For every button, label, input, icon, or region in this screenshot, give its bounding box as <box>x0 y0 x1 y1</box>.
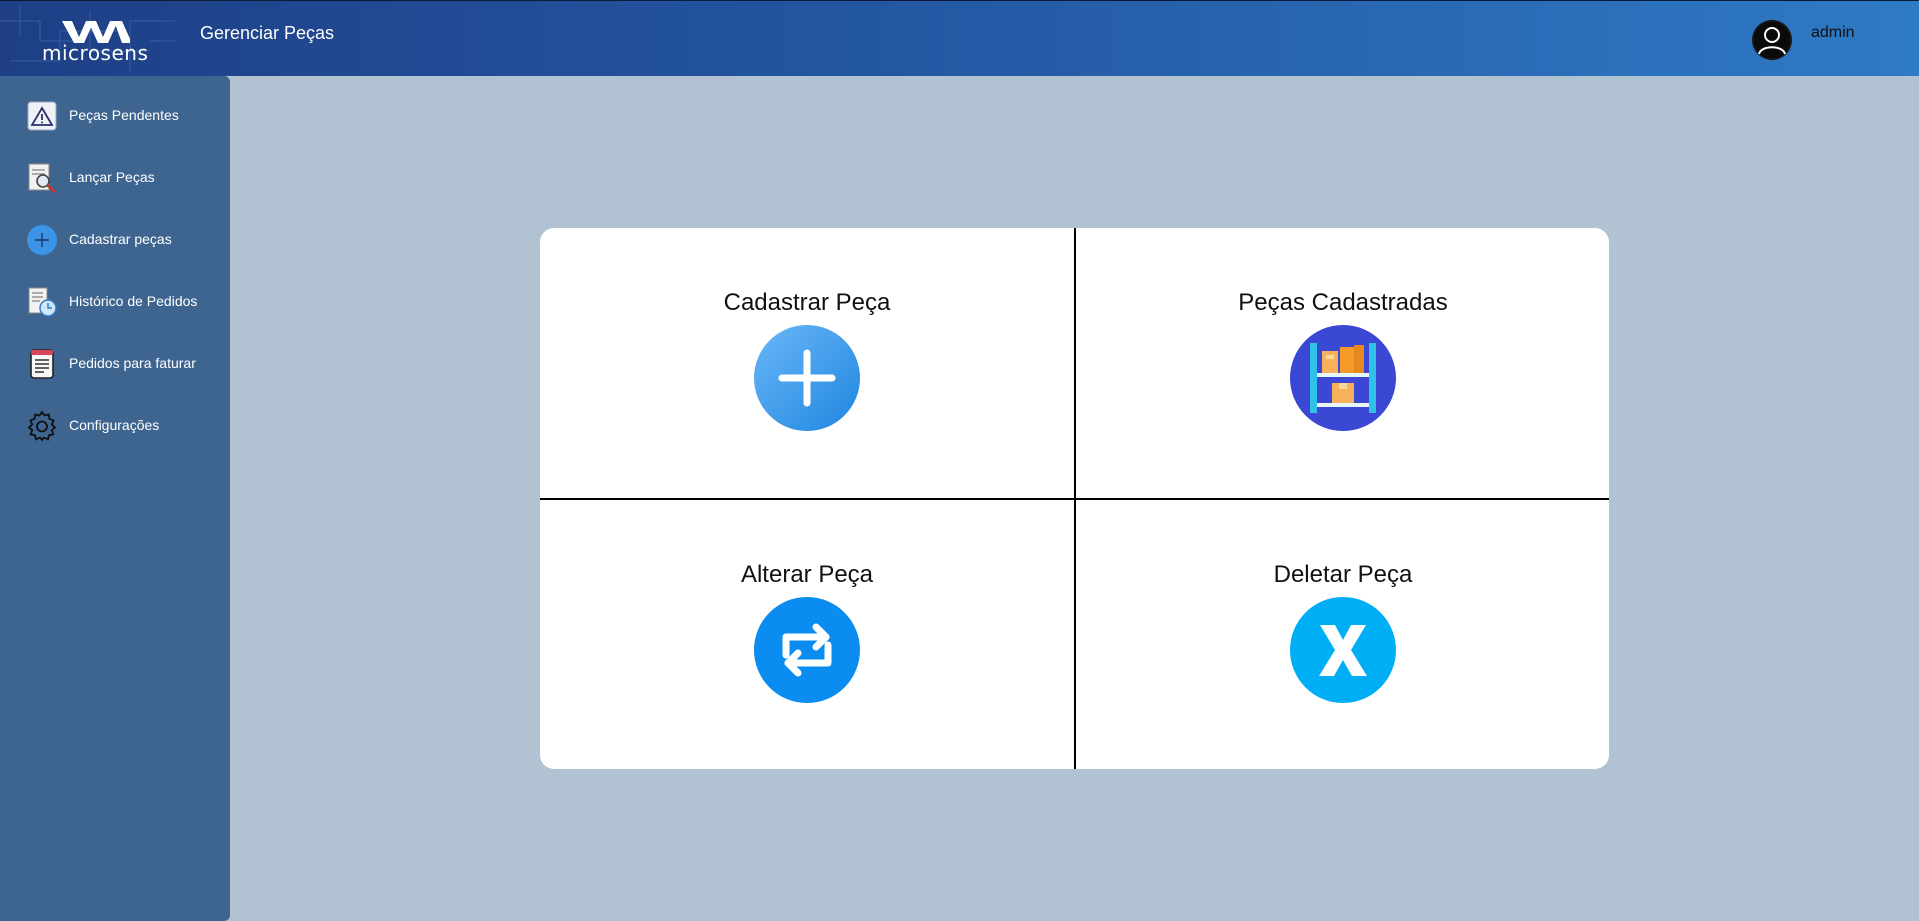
tile-title: Deletar Peça <box>1273 561 1413 588</box>
top-header: microsens Gerenciar Peças admin <box>0 0 1919 76</box>
tile-title: Cadastrar Peça <box>723 289 891 316</box>
sidebar: Peças Pendentes Lançar Peças Cadastrar p… <box>0 76 230 921</box>
search-document-icon <box>28 163 56 193</box>
sidebar-item-historico-pedidos[interactable]: Histórico de Pedidos <box>0 280 230 324</box>
tile-alterar-peca[interactable]: Alterar Peça <box>540 500 1074 769</box>
user-name[interactable]: admin <box>1811 24 1855 42</box>
sidebar-item-label: Pedidos para faturar <box>69 355 196 371</box>
tile-pecas-cadastradas[interactable]: Peças Cadastradas <box>1076 228 1609 498</box>
sidebar-item-configuracoes[interactable]: Configurações <box>0 404 230 448</box>
shelf-icon[interactable] <box>1290 325 1396 431</box>
sidebar-item-pedidos-faturar[interactable]: Pedidos para faturar <box>0 342 230 386</box>
invoice-icon <box>30 349 54 379</box>
actions-card: Cadastrar Peça Peças Cadastradas Alterar… <box>540 228 1609 769</box>
sidebar-item-cadastrar-pecas[interactable]: Cadastrar peças <box>0 218 230 262</box>
sidebar-item-lancar-pecas[interactable]: Lançar Peças <box>0 156 230 200</box>
tile-title: Peças Cadastradas <box>1238 289 1448 316</box>
plus-circle-icon <box>27 225 57 255</box>
sidebar-item-label: Lançar Peças <box>69 169 155 185</box>
plus-icon[interactable] <box>754 325 860 431</box>
warning-icon <box>27 101 57 131</box>
gear-icon <box>27 410 57 442</box>
page-title: Gerenciar Peças <box>200 23 335 43</box>
swap-arrows-icon[interactable] <box>754 597 860 703</box>
sidebar-item-label: Configurações <box>69 417 160 433</box>
sidebar-item-pecas-pendentes[interactable]: Peças Pendentes <box>0 94 230 138</box>
tile-deletar-peca[interactable]: Deletar Peça <box>1076 500 1609 769</box>
x-icon[interactable] <box>1290 597 1396 703</box>
user-avatar-icon[interactable] <box>1752 20 1792 60</box>
logo-text: microsens <box>42 41 149 65</box>
sidebar-item-label: Peças Pendentes <box>69 107 179 123</box>
tile-title: Alterar Peça <box>740 561 874 588</box>
tile-cadastrar-peca[interactable]: Cadastrar Peça <box>540 228 1074 498</box>
history-document-icon <box>28 287 57 317</box>
sidebar-item-label: Cadastrar peças <box>69 231 172 247</box>
sidebar-item-label: Histórico de Pedidos <box>69 293 198 309</box>
divider-horizontal <box>540 498 1609 500</box>
